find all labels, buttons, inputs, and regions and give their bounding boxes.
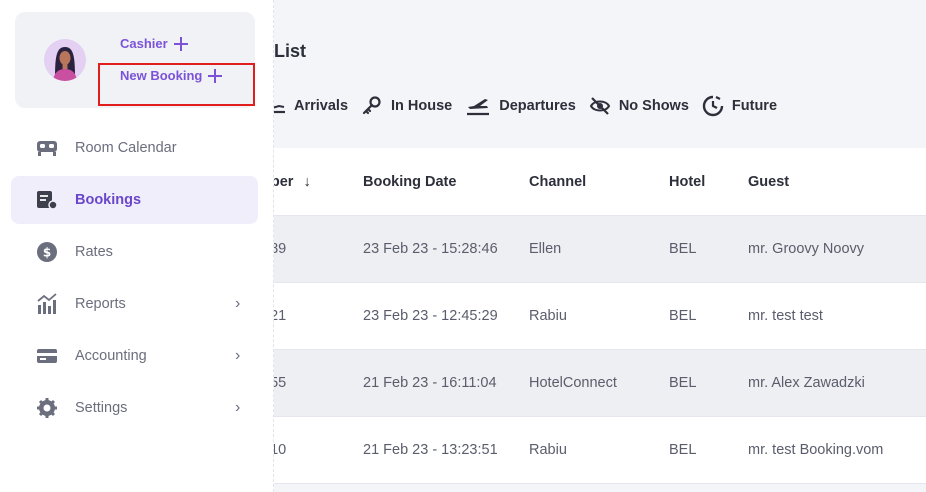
sidebar-item-label: Reports bbox=[75, 296, 126, 312]
cell-channel: Rabiu bbox=[529, 442, 567, 458]
sidebar-item-label: Room Calendar bbox=[75, 140, 177, 156]
gear-icon bbox=[36, 397, 58, 419]
filter-in-house[interactable]: In House bbox=[361, 95, 452, 117]
cell-hotel: BEL bbox=[669, 241, 697, 257]
cell-guest: mr. test test bbox=[748, 308, 823, 324]
cell-hotel: BEL bbox=[669, 442, 697, 458]
cell-guest: mr. Groovy Noovy bbox=[748, 241, 865, 257]
filter-label: Arrivals bbox=[294, 98, 349, 114]
key-icon bbox=[362, 96, 381, 115]
column-header-hotel[interactable]: Hotel bbox=[669, 174, 705, 190]
filter-label: No Shows bbox=[618, 98, 689, 114]
sidebar-item-label: Accounting bbox=[75, 348, 147, 364]
plus-icon bbox=[173, 36, 188, 51]
cell-channel: Ellen bbox=[529, 241, 562, 257]
cashier-button[interactable]: Cashier bbox=[120, 36, 188, 51]
sidebar-item-bookings[interactable]: Bookings bbox=[11, 176, 258, 224]
cell-channel: HotelConnect bbox=[529, 375, 617, 391]
page-title: List bbox=[274, 41, 307, 61]
cell-hotel: BEL bbox=[669, 375, 697, 391]
filter-label: In House bbox=[391, 98, 453, 114]
cell-booking-date: 21 Feb 23 - 13:23:51 bbox=[363, 442, 498, 458]
column-header-guest[interactable]: Guest bbox=[748, 174, 789, 190]
filter-bar: Arrivals In House Departures No Shows Fu… bbox=[270, 94, 790, 118]
cell-hotel: BEL bbox=[669, 308, 697, 324]
user-avatar-icon bbox=[44, 39, 86, 81]
sidebar-item-room-calendar[interactable]: Room Calendar bbox=[11, 124, 258, 172]
svg-text:$: $ bbox=[43, 246, 51, 260]
filter-arrivals[interactable]: Arrivals bbox=[270, 96, 348, 116]
column-header-channel[interactable]: Channel bbox=[529, 174, 586, 190]
chevron-right-icon[interactable]: › bbox=[235, 399, 240, 417]
sidebar-item-label: Bookings bbox=[75, 192, 142, 208]
sidebar-item-reports[interactable]: Reports › bbox=[11, 280, 258, 328]
avatar[interactable] bbox=[44, 39, 86, 81]
cell-channel: Rabiu bbox=[529, 308, 567, 324]
sidebar-item-accounting[interactable]: Accounting › bbox=[11, 332, 258, 380]
departures-plane-icon bbox=[467, 99, 490, 116]
cell-guest: mr. test Booking.vom bbox=[748, 442, 884, 458]
sidebar-item-label: Rates bbox=[75, 244, 113, 260]
filter-label: Future bbox=[731, 98, 778, 114]
bed-icon bbox=[36, 137, 58, 159]
cell-booking-date: 23 Feb 23 - 12:45:29 bbox=[363, 308, 498, 324]
cell-booking-date: 23 Feb 23 - 15:28:46 bbox=[363, 241, 498, 257]
column-header-booking-date[interactable]: Booking Date bbox=[363, 174, 456, 190]
sort-arrow-icon[interactable]: ↓ bbox=[303, 174, 310, 190]
cell-booking-date: 21 Feb 23 - 16:11:04 bbox=[363, 375, 497, 391]
sidebar-item-label: Settings bbox=[75, 400, 128, 416]
chevron-right-icon[interactable]: › bbox=[235, 347, 240, 365]
sidebar-item-rates[interactable]: $ Rates bbox=[11, 228, 258, 276]
dollar-coin-icon: $ bbox=[36, 241, 58, 263]
card-icon bbox=[36, 345, 58, 367]
sidebar: Cashier New Booking Room Calendar Bookin… bbox=[0, 0, 274, 492]
bookings-icon bbox=[36, 189, 58, 211]
cashier-label: Cashier bbox=[120, 36, 168, 51]
filter-departures[interactable]: Departures bbox=[465, 95, 576, 117]
chevron-right-icon[interactable]: › bbox=[235, 295, 240, 313]
filter-label: Departures bbox=[499, 98, 576, 114]
filter-no-shows[interactable]: No Shows bbox=[589, 95, 689, 117]
highlight-box bbox=[98, 63, 255, 106]
clock-icon bbox=[702, 95, 724, 117]
reports-chart-icon bbox=[36, 293, 58, 315]
cell-guest: mr. Alex Zawadzki bbox=[748, 375, 865, 391]
eye-off-icon bbox=[589, 97, 610, 115]
filter-future[interactable]: Future bbox=[702, 95, 777, 117]
sidebar-item-settings[interactable]: Settings › bbox=[11, 384, 258, 432]
